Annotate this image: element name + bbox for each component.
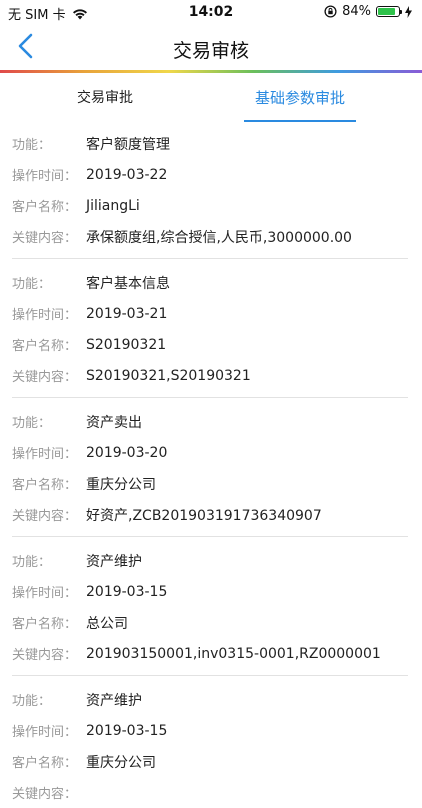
function-value: 资产维护 <box>86 692 142 709</box>
header-gradient-divider <box>0 70 422 73</box>
customer-name-value: S20190321 <box>86 336 167 353</box>
key-content-value: S20190321,S20190321 <box>86 367 251 384</box>
operation-time-row: 操作时间： 2019-03-15 <box>0 715 422 746</box>
key-content-label: 关键内容： <box>12 787 78 802</box>
customer-name-value: 总公司 <box>86 615 128 632</box>
customer-name-label: 客户名称： <box>12 478 78 493</box>
battery-level-fill <box>378 8 395 15</box>
key-content-value: 好资产,ZCB201903191736340907 <box>86 507 322 524</box>
approval-record[interactable]: 功能： 资产卖出操作时间： 2019-03-20 客户名称： 重庆分公司关键内容： 好资产… <box>0 406 422 530</box>
record-divider <box>12 536 408 537</box>
customer-name-row: 客户名称： JiliangLi <box>0 190 422 221</box>
charging-icon <box>405 5 412 18</box>
operation-time-value: 2019-03-20 <box>86 444 168 461</box>
approval-record[interactable]: 功能： 客户额度管理操作时间： 2019-03-22 客户名称： JiliangLi 关键… <box>0 128 422 252</box>
key-content-value: 201903150001,inv0315-0001,RZ0000001 <box>86 645 381 662</box>
function-value: 客户额度管理 <box>86 136 170 153</box>
function-row: 功能： 客户额度管理 <box>0 128 422 159</box>
battery-icon <box>376 6 402 17</box>
tab-basic-parameter-approval[interactable]: 基础参数审批 <box>244 76 356 122</box>
customer-name-label: 客户名称： <box>12 756 78 771</box>
customer-name-value: JiliangLi <box>86 197 140 214</box>
function-label: 功能： <box>12 416 52 431</box>
operation-time-row: 操作时间： 2019-03-20 <box>0 437 422 468</box>
customer-name-label: 客户名称： <box>12 200 78 215</box>
operation-time-value: 2019-03-22 <box>86 166 168 183</box>
operation-time-row: 操作时间： 2019-03-21 <box>0 298 422 329</box>
key-content-row: 关键内容： 承保额度组,综合授信,人民币,3000000.00 <box>0 221 422 252</box>
key-content-label: 关键内容： <box>12 370 78 385</box>
tab-transaction-approval[interactable]: 交易审批 <box>40 76 170 120</box>
orientation-lock-icon <box>324 5 337 18</box>
function-label: 功能： <box>12 277 52 292</box>
key-content-row: 关键内容： 好资产,ZCB201903191736340907 <box>0 499 422 530</box>
operation-time-value: 2019-03-15 <box>86 722 168 739</box>
function-value: 资产维护 <box>86 553 142 570</box>
status-right: 84% <box>324 4 412 19</box>
function-row: 功能： 资产卖出 <box>0 406 422 437</box>
approval-record[interactable]: 功能： 资产维护操作时间： 2019-03-15 客户名称： 总公司关键内容： 20190… <box>0 545 422 669</box>
record-divider <box>12 675 408 676</box>
key-content-label: 关键内容： <box>12 509 78 524</box>
customer-name-label: 客户名称： <box>12 339 78 354</box>
key-content-row: 关键内容： <box>0 777 422 808</box>
customer-name-row: 客户名称： S20190321 <box>0 329 422 360</box>
status-bar: 无 SIM 卡 14:02 84% <box>0 0 422 24</box>
function-value: 资产卖出 <box>86 414 142 431</box>
operation-time-row: 操作时间： 2019-03-22 <box>0 159 422 190</box>
customer-name-row: 客户名称： 重庆分公司 <box>0 468 422 499</box>
customer-name-label: 客户名称： <box>12 617 78 632</box>
key-content-label: 关键内容： <box>12 648 78 663</box>
function-label: 功能： <box>12 694 52 709</box>
approval-record-list: 功能： 客户额度管理操作时间： 2019-03-22 客户名称： JiliangLi 关键… <box>0 128 422 808</box>
key-content-value: 承保额度组,综合授信,人民币,3000000.00 <box>86 229 352 246</box>
navigation-bar: 交易审核 <box>0 24 422 70</box>
operation-time-label: 操作时间： <box>12 447 78 462</box>
key-content-row: 关键内容： S20190321,S20190321 <box>0 360 422 391</box>
customer-name-value: 重庆分公司 <box>86 476 156 493</box>
page-title: 交易审核 <box>172 40 249 62</box>
customer-name-value: 重庆分公司 <box>86 754 156 771</box>
customer-name-row: 客户名称： 重庆分公司 <box>0 746 422 777</box>
function-row: 功能： 资产维护 <box>0 545 422 576</box>
function-row: 功能： 客户基本信息 <box>0 267 422 298</box>
key-content-label: 关键内容： <box>12 231 78 246</box>
tab-bar: 交易审批 基础参数审批 <box>0 76 422 122</box>
function-row: 功能： 资产维护 <box>0 684 422 715</box>
operation-time-label: 操作时间： <box>12 586 78 601</box>
function-label: 功能： <box>12 555 52 570</box>
operation-time-label: 操作时间： <box>12 725 78 740</box>
operation-time-value: 2019-03-21 <box>86 305 168 322</box>
approval-record[interactable]: 功能： 资产维护操作时间： 2019-03-15 客户名称： 重庆分公司关键内容： <box>0 684 422 808</box>
function-value: 客户基本信息 <box>86 275 170 292</box>
operation-time-value: 2019-03-15 <box>86 583 168 600</box>
function-label: 功能： <box>12 138 52 153</box>
customer-name-row: 客户名称： 总公司 <box>0 607 422 638</box>
record-divider <box>12 397 408 398</box>
operation-time-label: 操作时间： <box>12 308 78 323</box>
record-divider <box>12 258 408 259</box>
key-content-row: 关键内容： 201903150001,inv0315-0001,RZ0000001 <box>0 638 422 669</box>
operation-time-label: 操作时间： <box>12 169 78 184</box>
approval-record[interactable]: 功能： 客户基本信息操作时间： 2019-03-21 客户名称： S20190321 关键… <box>0 267 422 391</box>
operation-time-row: 操作时间： 2019-03-15 <box>0 576 422 607</box>
battery-percent: 84% <box>342 4 371 19</box>
